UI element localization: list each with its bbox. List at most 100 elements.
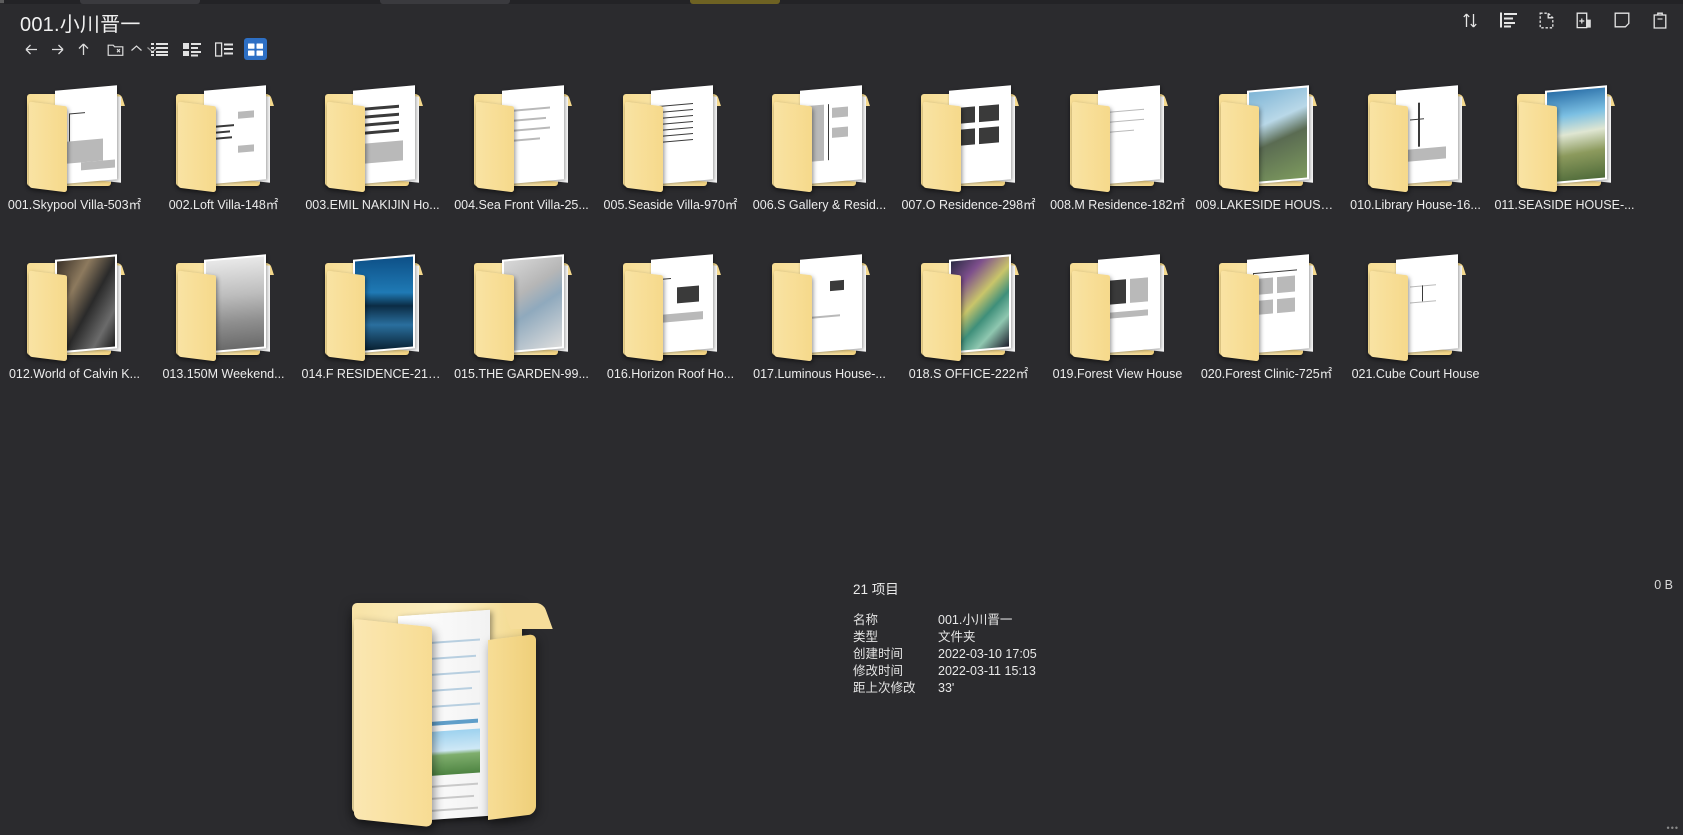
item-thumbnail xyxy=(757,235,883,361)
file-grid-item[interactable]: 019.Forest View House xyxy=(1043,227,1192,396)
details-value: 33' xyxy=(938,680,1037,697)
file-grid-item[interactable]: 011.SEASIDE HOUSE-... xyxy=(1490,58,1639,227)
folder-front-flap xyxy=(1370,271,1408,362)
item-label: 012.World of Calvin K... xyxy=(2,366,148,382)
folder-icon xyxy=(1064,253,1172,361)
file-grid-item[interactable]: 009.LAKESIDE HOUSE... xyxy=(1192,58,1341,227)
item-thumbnail xyxy=(12,235,138,361)
item-thumbnail xyxy=(906,235,1032,361)
folder-icon xyxy=(1362,84,1470,192)
folder-icon xyxy=(170,253,278,361)
preview-shape xyxy=(810,314,840,319)
file-grid-item[interactable]: 004.Sea Front Villa-25... xyxy=(447,58,596,227)
item-thumbnail xyxy=(459,235,585,361)
item-thumbnail xyxy=(1502,66,1628,192)
file-grid-item[interactable]: 005.Seaside Villa-970㎡ xyxy=(596,58,745,227)
preview-shape xyxy=(828,104,829,160)
file-grid-item[interactable]: 020.Forest Clinic-725㎡ xyxy=(1192,227,1341,396)
item-thumbnail xyxy=(161,235,287,361)
item-label: 003.EMIL NAKIJIN Ho... xyxy=(300,197,446,213)
folder-front-flap xyxy=(774,102,812,193)
file-grid-item[interactable]: 003.EMIL NAKIJIN Ho... xyxy=(298,58,447,227)
preview-shape xyxy=(238,110,254,118)
preview-shape xyxy=(1418,103,1420,147)
folder-right-flap xyxy=(488,634,536,820)
view-mode-grid-view[interactable] xyxy=(244,38,267,60)
item-label: 002.Loft Villa-148㎡ xyxy=(151,197,297,213)
details-value: 文件夹 xyxy=(938,629,1037,646)
file-grid-item[interactable]: 021.Cube Court House xyxy=(1341,227,1490,396)
view-mode-tile-view[interactable] xyxy=(212,38,235,60)
folder-icon xyxy=(170,84,278,192)
item-label: 016.Horizon Roof Ho... xyxy=(598,366,744,382)
details-value: 001.小川晋一 xyxy=(938,612,1037,629)
item-thumbnail xyxy=(1204,235,1330,361)
file-grid-item[interactable]: 014.F RESIDENCE-212... xyxy=(298,227,447,396)
file-grid-item[interactable]: 007.O Residence-298㎡ xyxy=(894,58,1043,227)
file-grid-item[interactable]: 018.S OFFICE-222㎡ xyxy=(894,227,1043,396)
preview-window-icon[interactable] xyxy=(1611,9,1633,31)
item-label: 001.Skypool Villa-503㎡ xyxy=(2,197,148,213)
folder-front-flap xyxy=(354,619,432,827)
item-thumbnail xyxy=(1055,235,1181,361)
preview-shape xyxy=(677,286,699,304)
preview-shape xyxy=(979,104,999,122)
file-grid-item[interactable]: 015.THE GARDEN-99... xyxy=(447,227,596,396)
right-toolbar xyxy=(1459,8,1671,32)
selected-item-preview xyxy=(340,597,555,835)
details-row: 修改时间2022-03-11 15:13 xyxy=(853,663,1037,680)
file-grid-item[interactable]: 001.Skypool Villa-503㎡ xyxy=(0,58,149,227)
item-thumbnail xyxy=(310,66,436,192)
folder-front-flap xyxy=(29,271,67,362)
preview-shape xyxy=(1406,146,1446,161)
item-label: 015.THE GARDEN-99... xyxy=(449,366,595,382)
item-thumbnail xyxy=(1055,66,1181,192)
preview-shape xyxy=(510,107,550,112)
file-grid-item[interactable]: 002.Loft Villa-148㎡ xyxy=(149,58,298,227)
view-mode-list-view[interactable] xyxy=(148,38,171,60)
preview-shape xyxy=(979,126,999,144)
item-thumbnail xyxy=(608,66,734,192)
item-thumbnail xyxy=(310,235,436,361)
preview-shape xyxy=(510,137,540,142)
file-grid-item[interactable]: 008.M Residence-182㎡ xyxy=(1043,58,1192,227)
file-grid-item[interactable]: 006.S Gallery & Resid... xyxy=(745,58,894,227)
document-plus-icon[interactable] xyxy=(1573,9,1595,31)
preview-shape xyxy=(1277,276,1295,294)
folder-icon xyxy=(1213,84,1321,192)
item-label: 008.M Residence-182㎡ xyxy=(1045,197,1191,213)
folder-icon xyxy=(915,84,1023,192)
file-grid-item[interactable]: 016.Horizon Roof Ho... xyxy=(596,227,745,396)
details-key: 名称 xyxy=(853,612,938,629)
preview-shape xyxy=(1106,119,1144,123)
preview-shape xyxy=(510,117,546,122)
file-grid-item[interactable]: 010.Library House-16... xyxy=(1341,58,1490,227)
item-label: 011.SEASIDE HOUSE-... xyxy=(1492,197,1638,213)
details-value: 2022-03-11 15:13 xyxy=(938,663,1037,680)
folder-icon xyxy=(468,84,576,192)
item-thumbnail xyxy=(459,66,585,192)
clipboard-icon[interactable] xyxy=(1649,9,1671,31)
preview-shape xyxy=(238,144,254,152)
file-grid-item[interactable]: 013.150M Weekend... xyxy=(149,227,298,396)
folder-icon xyxy=(21,253,129,361)
folder-front-flap xyxy=(923,102,961,193)
file-grid-item[interactable]: 017.Luminous House-... xyxy=(745,227,894,396)
item-thumbnail xyxy=(1204,66,1330,192)
file-grid-item[interactable]: 012.World of Calvin K... xyxy=(0,227,149,396)
view-mode-detail-view[interactable] xyxy=(180,38,203,60)
folder-icon xyxy=(1213,253,1321,361)
list-properties-icon[interactable] xyxy=(1497,9,1519,31)
preview-shape xyxy=(659,311,703,323)
folder-icon xyxy=(617,84,725,192)
preview-shape xyxy=(510,127,550,132)
document-icon[interactable] xyxy=(1535,9,1557,31)
details-key: 修改时间 xyxy=(853,663,938,680)
sort-arrows-icon[interactable] xyxy=(1459,9,1481,31)
item-label: 010.Library House-16... xyxy=(1343,197,1489,213)
preview-shape xyxy=(69,112,85,114)
preview-shape xyxy=(830,280,844,291)
item-label: 020.Forest Clinic-725㎡ xyxy=(1194,366,1340,382)
folder-front-flap xyxy=(1221,102,1259,193)
preview-shape xyxy=(1253,269,1297,274)
